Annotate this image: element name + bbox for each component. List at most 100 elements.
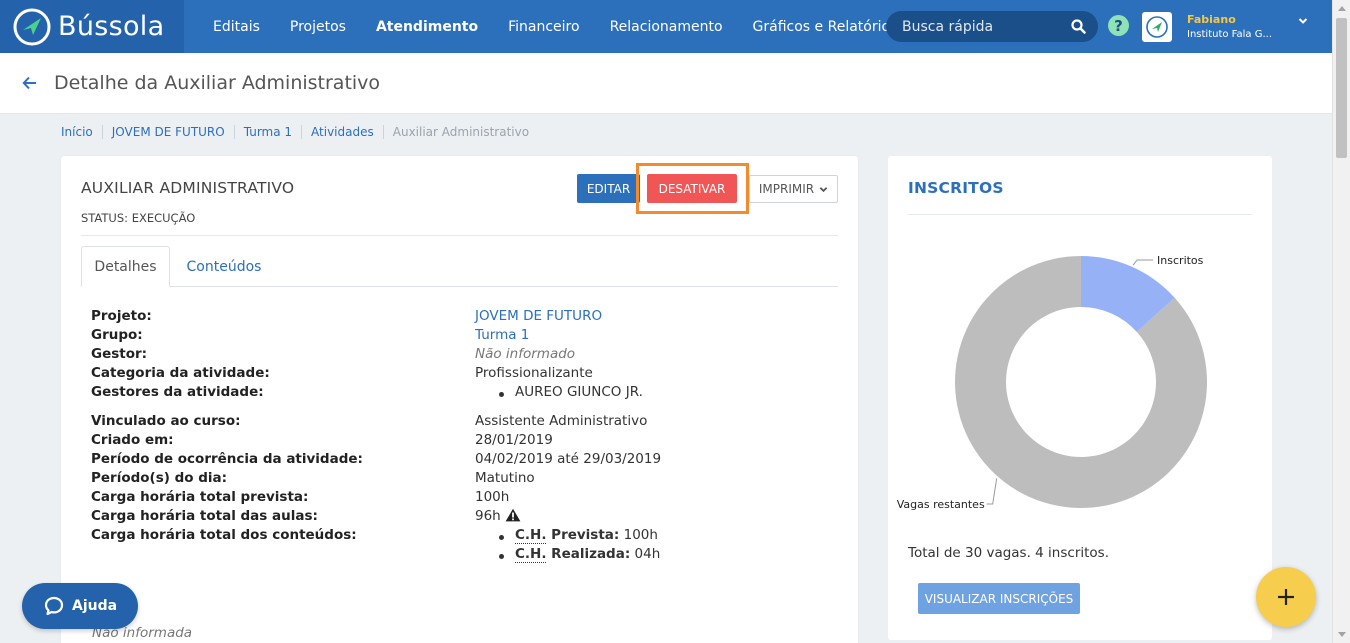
top-navbar: Bússola Editais Projetos Atendimento Fin… bbox=[0, 0, 1332, 53]
brand[interactable]: Bússola bbox=[0, 0, 184, 53]
detail-label: Projeto: bbox=[91, 308, 152, 324]
ch-abbr: C.H. bbox=[515, 546, 547, 563]
deactivate-button[interactable]: DESATIVAR bbox=[647, 174, 737, 203]
breadcrumb-turma[interactable]: Turma 1 bbox=[244, 125, 303, 139]
search-input[interactable] bbox=[902, 18, 1062, 35]
detail-value: 100h bbox=[475, 489, 510, 505]
breadcrumb-inicio[interactable]: Início bbox=[61, 125, 103, 139]
status-value: EXECUÇÃO bbox=[131, 211, 196, 225]
breadcrumb-atividades[interactable]: Atividades bbox=[311, 125, 384, 139]
detail-row-curso: Vinculado ao curso: Assistente Administr… bbox=[91, 413, 831, 432]
donut-chart: Inscritos Vagas restantes bbox=[897, 254, 1207, 511]
help-chat-button[interactable]: Ajuda bbox=[22, 583, 138, 629]
group-link[interactable]: Turma 1 bbox=[475, 327, 529, 343]
menu-item-atendimento[interactable]: Atendimento bbox=[361, 19, 493, 35]
inscritos-card: INSCRITOS Inscritos Vagas restantes Tota… bbox=[888, 156, 1272, 640]
tab-conteudos[interactable]: Conteúdos bbox=[170, 246, 278, 287]
detail-label: Categoria da atividade: bbox=[91, 365, 270, 381]
page-scrollbar[interactable] bbox=[1332, 0, 1350, 643]
ch-abbr: C.H. bbox=[515, 527, 547, 544]
detail-row-grupo: Grupo: Turma 1 bbox=[91, 327, 831, 346]
help-icon[interactable]: ? bbox=[1108, 15, 1129, 36]
avatar[interactable] bbox=[1142, 12, 1172, 42]
activity-title: AUXILIAR ADMINISTRATIVO bbox=[81, 179, 295, 197]
scroll-down-arrow-icon[interactable] bbox=[1338, 632, 1346, 637]
detail-row-projeto: Projeto: JOVEM DE FUTURO bbox=[91, 308, 831, 327]
ch-real-value: 04h bbox=[630, 546, 661, 562]
status-line: STATUS: EXECUÇÃO bbox=[81, 211, 195, 225]
detail-value: Profissionalizante bbox=[475, 365, 593, 381]
view-inscriptions-button[interactable]: VISUALIZAR INSCRIÇÕES bbox=[918, 583, 1080, 614]
main-menu: Editais Projetos Atendimento Financeiro … bbox=[198, 19, 912, 35]
help-chat-label: Ajuda bbox=[72, 598, 118, 614]
user-name: Fabiano bbox=[1187, 13, 1236, 26]
breadcrumb: Início JOVEM DE FUTURO Turma 1 Atividade… bbox=[61, 125, 547, 139]
tab-detalhes[interactable]: Detalhes bbox=[81, 246, 170, 287]
back-arrow-icon[interactable] bbox=[22, 76, 38, 90]
breadcrumb-projeto[interactable]: JOVEM DE FUTURO bbox=[112, 125, 235, 139]
detail-row-gestor: Gestor: Não informado bbox=[91, 346, 831, 365]
bullet-icon bbox=[499, 554, 504, 559]
menu-item-editais[interactable]: Editais bbox=[198, 19, 275, 35]
detail-row-periodos-dia: Período(s) do dia: Matutino bbox=[91, 470, 831, 489]
print-button[interactable]: IMPRIMIR bbox=[749, 175, 838, 203]
detail-value: AUREO GIUNCO JR. bbox=[515, 384, 643, 400]
quick-search bbox=[886, 11, 1098, 42]
compass-logo-icon bbox=[13, 8, 51, 45]
detail-label: Criado em: bbox=[91, 432, 174, 448]
detail-label: Vinculado ao curso: bbox=[91, 413, 241, 429]
menu-item-relacionamento[interactable]: Relacionamento bbox=[595, 19, 738, 35]
detail-label: Carga horária total das aulas: bbox=[91, 508, 318, 524]
print-button-label: IMPRIMIR bbox=[758, 182, 815, 196]
detail-label: Grupo: bbox=[91, 327, 143, 343]
status-label: STATUS: bbox=[81, 211, 129, 225]
brand-name: Bússola bbox=[58, 11, 165, 42]
chevron-down-icon[interactable] bbox=[1298, 16, 1308, 26]
page-title: Detalhe da Auxiliar Administrativo bbox=[54, 72, 381, 94]
tabs: Detalhes Conteúdos bbox=[81, 246, 838, 287]
user-info[interactable]: Fabiano Instituto Fala G... bbox=[1187, 13, 1272, 40]
detail-label: Gestor: bbox=[91, 346, 148, 362]
breadcrumb-current: Auxiliar Administrativo bbox=[392, 125, 530, 139]
menu-item-projetos[interactable]: Projetos bbox=[275, 19, 361, 35]
detail-row-ch-realizada: C.H. Realizada: 04h bbox=[91, 546, 831, 565]
detail-label: Carga horária total prevista: bbox=[91, 489, 309, 505]
detail-row-ch-aulas: Carga horária total das aulas: 96h bbox=[91, 508, 831, 527]
bullet-icon bbox=[499, 535, 504, 540]
search-icon[interactable] bbox=[1071, 19, 1086, 34]
inscritos-divider bbox=[908, 214, 1252, 215]
detail-value-with-warning: 96h bbox=[475, 508, 521, 524]
chevron-down-icon bbox=[819, 186, 828, 192]
detail-value: 96h bbox=[475, 508, 501, 524]
project-link[interactable]: JOVEM DE FUTURO bbox=[475, 308, 602, 324]
edit-button[interactable]: EDITAR bbox=[577, 174, 640, 203]
menu-item-financeiro[interactable]: Financeiro bbox=[493, 19, 594, 35]
plus-icon bbox=[1278, 589, 1294, 605]
detail-label: Período(s) do dia: bbox=[91, 470, 228, 486]
highlight-box: DESATIVAR bbox=[636, 163, 749, 214]
detail-row-ch-conteudos: Carga horária total dos conteúdos: C.H. … bbox=[91, 527, 831, 546]
leader-line-vagas bbox=[986, 478, 998, 505]
scroll-up-arrow-icon[interactable] bbox=[1338, 6, 1346, 11]
header-divider bbox=[81, 235, 838, 236]
detail-label: Carga horária total dos conteúdos: bbox=[91, 527, 357, 543]
detail-value: Não informado bbox=[475, 346, 576, 362]
chart-label-inscritos: Inscritos bbox=[1157, 254, 1204, 267]
totals-text: Total de 30 vagas. 4 inscritos. bbox=[908, 545, 1109, 561]
details-list: Projeto: JOVEM DE FUTURO Grupo: Turma 1 … bbox=[91, 308, 831, 565]
warning-icon[interactable] bbox=[505, 508, 521, 522]
detail-value: 28/01/2019 bbox=[475, 432, 553, 448]
page-header: Detalhe da Auxiliar Administrativo bbox=[0, 53, 1332, 114]
scroll-thumb[interactable] bbox=[1336, 18, 1347, 158]
activity-card: AUXILIAR ADMINISTRATIVO STATUS: EXECUÇÃO… bbox=[61, 156, 858, 643]
bullet-icon bbox=[499, 392, 504, 397]
detail-value: Matutino bbox=[475, 470, 535, 486]
detail-label: Gestores da atividade: bbox=[91, 384, 264, 400]
ch-prev-label: Prevista: bbox=[546, 527, 620, 543]
detail-row-criado: Criado em: 28/01/2019 bbox=[91, 432, 831, 451]
ch-real-label: Realizada: bbox=[546, 546, 631, 562]
detail-row-ch-prevista: Carga horária total prevista: 100h bbox=[91, 489, 831, 508]
add-fab-button[interactable] bbox=[1256, 567, 1316, 627]
detail-value: Assistente Administrativo bbox=[475, 413, 648, 429]
